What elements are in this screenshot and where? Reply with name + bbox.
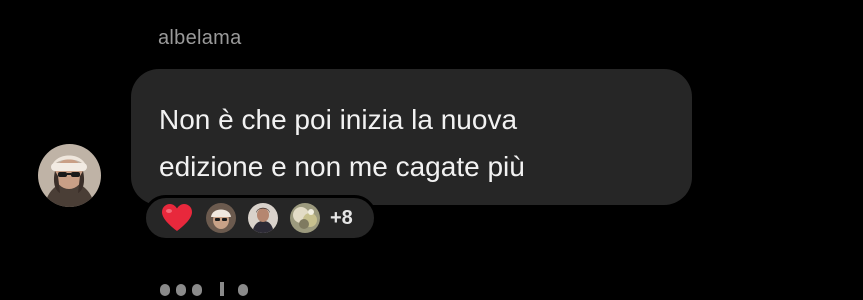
- heart-reaction-icon: [162, 204, 192, 231]
- sender-avatar[interactable]: [38, 144, 101, 207]
- reactor-avatar-icon: [206, 203, 236, 233]
- message-text: Non è che poi inizia la nuova edizione e…: [159, 104, 525, 182]
- message-bubble[interactable]: Non è che poi inizia la nuova edizione e…: [131, 69, 692, 205]
- reactor-avatar-icon: [290, 203, 320, 233]
- reactions-pill[interactable]: +8: [143, 195, 377, 241]
- sender-name[interactable]: albelama: [158, 27, 242, 50]
- profile-photo-icon: [38, 144, 101, 207]
- next-sender-name-partial: [160, 280, 300, 300]
- reaction-extra-count: +8: [330, 206, 353, 229]
- reactor-avatar-icon: [248, 203, 278, 233]
